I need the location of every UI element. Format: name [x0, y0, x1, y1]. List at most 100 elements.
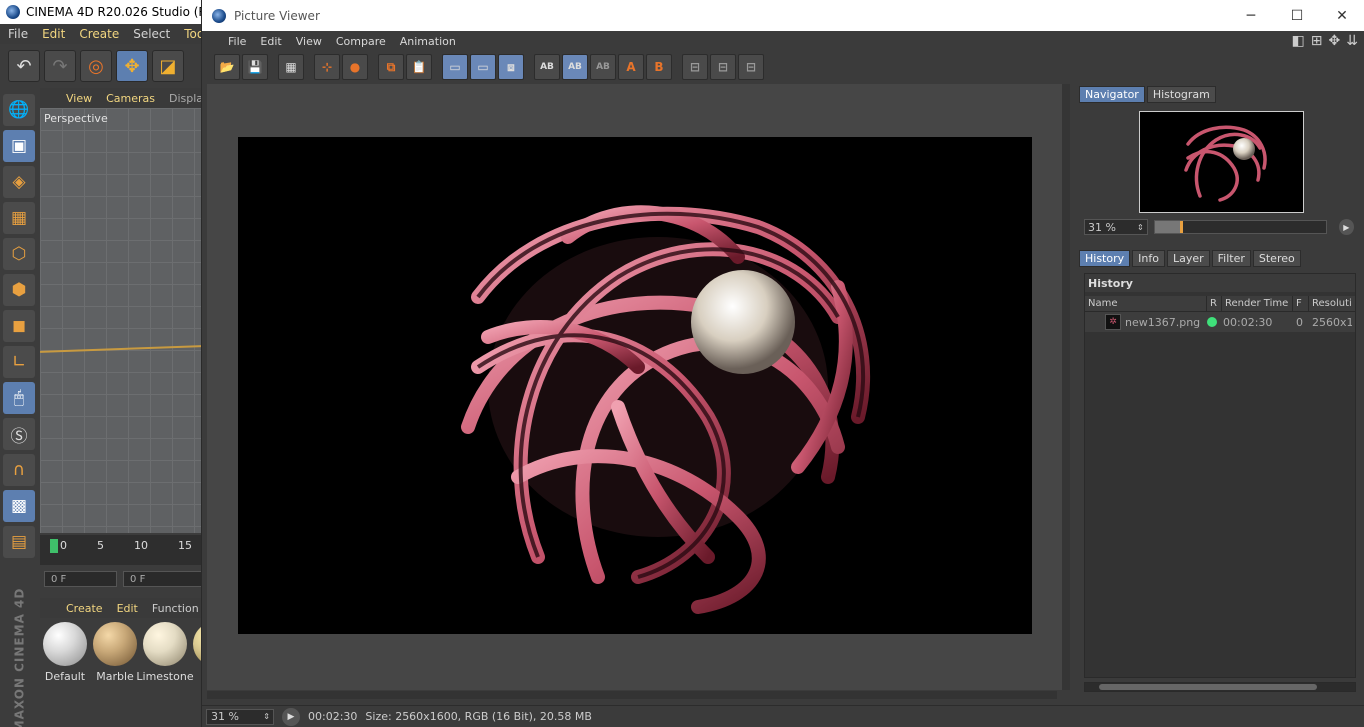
- start-frame-field[interactable]: 0 F: [123, 571, 202, 587]
- display-b-icon[interactable]: ▭: [470, 54, 496, 80]
- paste-icon[interactable]: 📋: [406, 54, 432, 80]
- display-ab-icon[interactable]: ⧈: [498, 54, 524, 80]
- panel-collapse-icon[interactable]: ⇊: [1346, 33, 1358, 49]
- ab-overlay-icon[interactable]: AB: [590, 54, 616, 80]
- history-scrollbar-thumb[interactable]: [1099, 684, 1317, 690]
- tab-histogram[interactable]: Histogram: [1146, 86, 1216, 103]
- column-r[interactable]: R: [1207, 296, 1222, 311]
- viewport-menubar: View Cameras Display: [40, 88, 210, 108]
- live-selection-icon[interactable]: ◎: [80, 50, 112, 82]
- pv-layout-controls: ◧ ⊞ ✥ ⇊: [1292, 33, 1358, 49]
- minimize-icon[interactable]: ─: [1228, 0, 1274, 31]
- pv-menu-edit[interactable]: Edit: [260, 35, 281, 48]
- maximize-icon[interactable]: ☐: [1274, 0, 1320, 31]
- current-frame-field[interactable]: 0 F: [44, 571, 118, 587]
- panel-move-icon[interactable]: ✥: [1329, 33, 1341, 49]
- region-icon[interactable]: ⊹: [314, 54, 340, 80]
- history-title: History: [1085, 274, 1355, 292]
- c4d-menu-select[interactable]: Select: [133, 27, 170, 41]
- tab-history[interactable]: History: [1079, 250, 1131, 267]
- ab-split-icon[interactable]: AB: [562, 54, 588, 80]
- material-menu-edit[interactable]: Edit: [117, 602, 138, 615]
- pv-image-canvas[interactable]: [207, 84, 1062, 690]
- solo-icon[interactable]: Ⓢ: [3, 418, 35, 450]
- zoom-slider-knob[interactable]: [1179, 221, 1183, 233]
- history-scrollbar[interactable]: [1084, 682, 1356, 692]
- navigator-zoom-slider[interactable]: [1153, 220, 1327, 234]
- history-table-header: Name R Render Time F Resoluti: [1085, 296, 1355, 312]
- set-b-icon[interactable]: B: [646, 54, 672, 80]
- material-item[interactable]: Default: [42, 620, 88, 705]
- navigator-thumbnail[interactable]: [1139, 111, 1304, 213]
- tweak-icon[interactable]: 🖱: [3, 382, 35, 414]
- display-a-icon[interactable]: ▭: [442, 54, 468, 80]
- tab-info[interactable]: Info: [1132, 250, 1165, 267]
- tab-stereo[interactable]: Stereo: [1252, 250, 1301, 267]
- c4d-menu-create[interactable]: Create: [79, 27, 119, 41]
- polygons-mode-icon[interactable]: ◼: [3, 310, 35, 342]
- material-item[interactable]: Marble: [92, 620, 138, 705]
- scale-icon[interactable]: ◪: [152, 50, 184, 82]
- copy-icon[interactable]: ⧉: [378, 54, 404, 80]
- texture-mode-icon[interactable]: ◈: [3, 166, 35, 198]
- render-icon[interactable]: ●: [342, 54, 368, 80]
- zoom-play-icon[interactable]: ▶: [1338, 219, 1354, 235]
- history-row[interactable]: ✲ new1367.png 00:02:30 0 2560x1600: [1085, 312, 1355, 332]
- close-icon[interactable]: ✕: [1319, 0, 1364, 31]
- rendered-image[interactable]: [238, 137, 1032, 634]
- pv-menu-file[interactable]: File: [228, 35, 246, 48]
- workplane-lock-icon[interactable]: ▩: [3, 490, 35, 522]
- pv-menu-animation[interactable]: Animation: [400, 35, 456, 48]
- timeline-playhead[interactable]: [50, 539, 58, 553]
- picture-viewer-window: Picture Viewer ─ ☐ ✕ File Edit View Comp…: [201, 0, 1364, 727]
- pv-horizontal-scrollbar[interactable]: [207, 691, 1057, 699]
- redo-icon[interactable]: ↷: [44, 50, 76, 82]
- column-resolution[interactable]: Resoluti: [1309, 296, 1355, 311]
- axis-icon[interactable]: ∟: [3, 346, 35, 378]
- compare1-icon[interactable]: ⊟: [682, 54, 708, 80]
- spinner-icon[interactable]: ⇕: [1137, 223, 1144, 232]
- viewport-menu-cameras[interactable]: Cameras: [106, 92, 155, 105]
- c4d-menu-file[interactable]: File: [8, 27, 28, 41]
- workplane-settings-icon[interactable]: ▤: [3, 526, 35, 558]
- status-zoom-field[interactable]: 31 % ⇕: [206, 708, 274, 725]
- tab-filter[interactable]: Filter: [1211, 250, 1251, 267]
- workplane-icon[interactable]: ▦: [3, 202, 35, 234]
- panel-add-icon[interactable]: ⊞: [1311, 33, 1323, 49]
- edges-mode-icon[interactable]: ⬢: [3, 274, 35, 306]
- tab-layer[interactable]: Layer: [1166, 250, 1210, 267]
- move-icon[interactable]: ✥: [116, 50, 148, 82]
- perspective-viewport[interactable]: Perspective: [40, 108, 202, 533]
- column-f[interactable]: F: [1293, 296, 1309, 311]
- pv-vertical-scrollbar[interactable]: [1062, 84, 1070, 690]
- navigator-zoom-field[interactable]: 31 % ⇕: [1084, 219, 1148, 235]
- material-menu-function[interactable]: Function: [152, 602, 199, 615]
- compare3-icon[interactable]: ⊟: [738, 54, 764, 80]
- column-render-time[interactable]: Render Time: [1222, 296, 1293, 311]
- timeline[interactable]: 0 5 10 15: [40, 535, 202, 565]
- pv-side-panel: Navigator Histogram 31 % ⇕ ▶ History Inf…: [1076, 84, 1363, 702]
- grid-icon[interactable]: ▦: [278, 54, 304, 80]
- save-icon[interactable]: 💾: [242, 54, 268, 80]
- points-mode-icon[interactable]: ⬡: [3, 238, 35, 270]
- spinner-icon[interactable]: ⇕: [263, 712, 270, 721]
- tab-navigator[interactable]: Navigator: [1079, 86, 1145, 103]
- status-play-icon[interactable]: ▶: [282, 707, 300, 726]
- open-icon[interactable]: 📂: [214, 54, 240, 80]
- make-editable-icon[interactable]: 🌐: [3, 94, 35, 126]
- viewport-menu-view[interactable]: View: [66, 92, 92, 105]
- undo-icon[interactable]: ↶: [8, 50, 40, 82]
- material-menu-create[interactable]: Create: [66, 602, 103, 615]
- pv-menu-compare[interactable]: Compare: [336, 35, 386, 48]
- compare2-icon[interactable]: ⊟: [710, 54, 736, 80]
- ab-icon[interactable]: AB: [534, 54, 560, 80]
- column-name[interactable]: Name: [1085, 296, 1207, 311]
- model-mode-icon[interactable]: ▣: [3, 130, 35, 162]
- material-manager-menubar: Create Edit Function: [40, 598, 202, 618]
- material-item[interactable]: Limestone: [136, 620, 194, 705]
- set-a-icon[interactable]: A: [618, 54, 644, 80]
- pv-menu-view[interactable]: View: [296, 35, 322, 48]
- c4d-menu-edit[interactable]: Edit: [42, 27, 65, 41]
- snap-icon[interactable]: ∩: [3, 454, 35, 486]
- panel-toggle-icon[interactable]: ◧: [1292, 33, 1305, 49]
